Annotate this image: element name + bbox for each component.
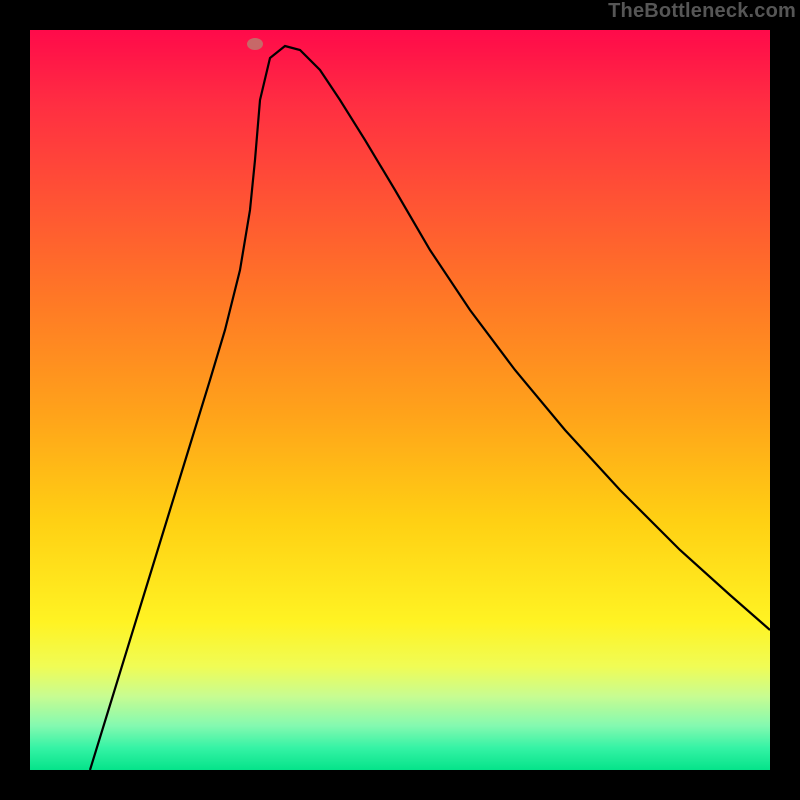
minimum-marker bbox=[247, 38, 263, 50]
plot-area bbox=[30, 30, 770, 770]
attribution-label: TheBottleneck.com bbox=[608, 0, 796, 23]
curve-layer bbox=[30, 30, 770, 770]
chart-container: TheBottleneck.com bbox=[0, 0, 800, 800]
bottleneck-curve bbox=[90, 46, 770, 770]
